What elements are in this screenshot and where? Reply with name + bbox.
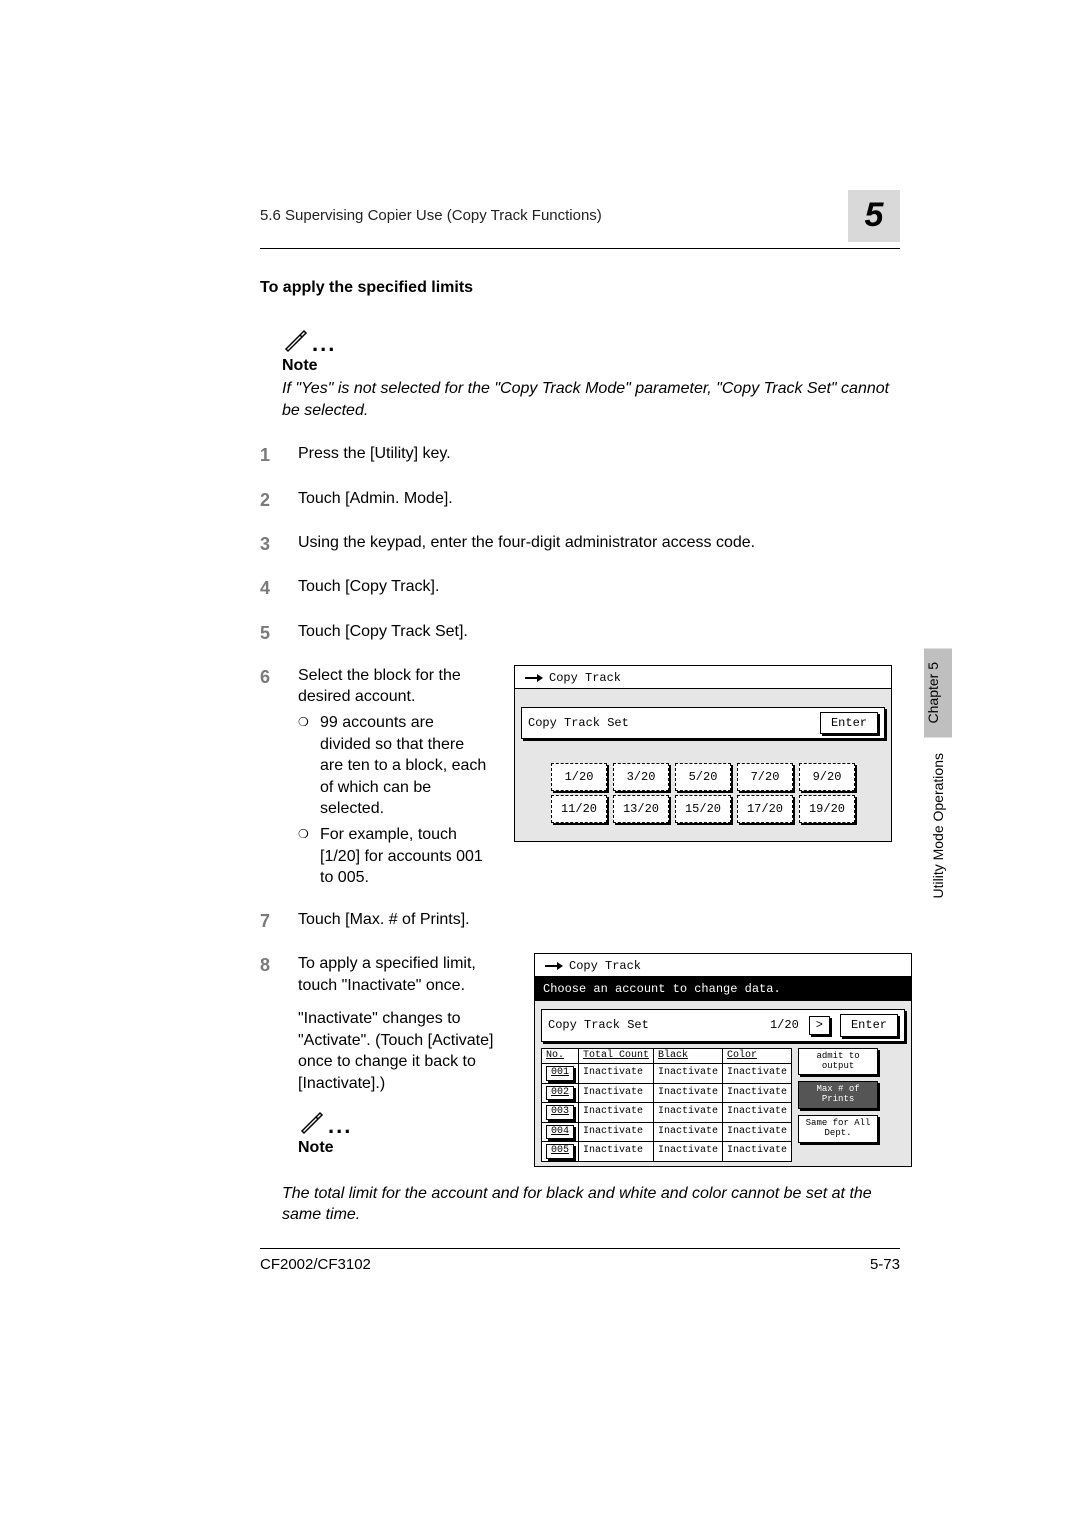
account-no-button[interactable]: 005 — [546, 1144, 574, 1159]
footer-page: 5-73 — [870, 1255, 900, 1275]
col-black: Black — [654, 1048, 723, 1064]
max-prints-button[interactable]: Max # of Prints — [798, 1081, 878, 1109]
chapter-tab: Chapter 5 — [924, 648, 952, 737]
arrow-right-icon — [545, 960, 563, 972]
cell[interactable]: Inactivate — [723, 1142, 792, 1162]
col-color: Color — [723, 1048, 792, 1064]
account-no-button[interactable]: 001 — [546, 1066, 574, 1081]
same-all-dept-button[interactable]: Same for All Dept. — [798, 1115, 878, 1143]
table-row: 005 Inactivate Inactivate Inactivate — [542, 1142, 792, 1162]
table-row: 002 Inactivate Inactivate Inactivate — [542, 1083, 792, 1103]
arrow-right-icon — [525, 672, 543, 684]
side-tab: Chapter 5 Utility Mode Operations — [924, 648, 952, 899]
subheading: To apply the specified limits — [260, 277, 900, 299]
step-number: 1 — [260, 443, 278, 467]
pen-icon — [282, 327, 308, 353]
step-number: 6 — [260, 665, 278, 889]
note-title: Note — [282, 355, 900, 377]
note-body: The total limit for the account and for … — [282, 1183, 900, 1226]
cell[interactable]: Inactivate — [579, 1064, 654, 1084]
note-title: Note — [298, 1137, 508, 1159]
step-text: To apply a specified limit, touch "Inact… — [298, 953, 508, 996]
range-button[interactable]: 19/20 — [799, 795, 855, 823]
cell[interactable]: Inactivate — [579, 1122, 654, 1142]
cell[interactable]: Inactivate — [579, 1083, 654, 1103]
step-number: 4 — [260, 576, 278, 600]
cell[interactable]: Inactivate — [654, 1122, 723, 1142]
step-number: 5 — [260, 621, 278, 645]
enter-button[interactable]: Enter — [820, 712, 878, 734]
account-no-button[interactable]: 002 — [546, 1086, 574, 1101]
step-text: Select the block for the desired account… — [298, 665, 488, 708]
step-text: Touch [Copy Track Set]. — [298, 621, 900, 645]
pen-icon — [298, 1109, 324, 1135]
step-subitem: 99 accounts are divided so that there ar… — [298, 712, 488, 820]
step-text: "Inactivate" changes to "Activate". (Tou… — [298, 1008, 508, 1094]
account-no-button[interactable]: 003 — [546, 1105, 574, 1120]
header-rule — [260, 248, 900, 249]
copy-track-panel: Copy Track Copy Track Set Enter 1/20 3/2… — [514, 665, 892, 842]
account-table: No. Total Count Black Color 001 Inactiva… — [541, 1048, 792, 1162]
col-no: No. — [542, 1048, 579, 1064]
range-button[interactable]: 11/20 — [551, 795, 607, 823]
step-number: 3 — [260, 532, 278, 556]
cell[interactable]: Inactivate — [723, 1122, 792, 1142]
cell[interactable]: Inactivate — [654, 1064, 723, 1084]
note-body: If "Yes" is not selected for the "Copy T… — [282, 378, 900, 421]
cell[interactable]: Inactivate — [723, 1064, 792, 1084]
cell[interactable]: Inactivate — [723, 1083, 792, 1103]
footer-model: CF2002/CF3102 — [260, 1255, 371, 1275]
footer-rule — [260, 1248, 900, 1249]
block-grid: 1/20 3/20 5/20 7/20 9/20 11/20 13/20 15/… — [515, 739, 891, 841]
range-button[interactable]: 5/20 — [675, 763, 731, 791]
cell[interactable]: Inactivate — [723, 1103, 792, 1123]
range-button[interactable]: 15/20 — [675, 795, 731, 823]
cell[interactable]: Inactivate — [579, 1142, 654, 1162]
range-button[interactable]: 9/20 — [799, 763, 855, 791]
copy-track-account-panel: Copy Track Choose an account to change d… — [534, 953, 912, 1167]
cell[interactable]: Inactivate — [654, 1083, 723, 1103]
step-text: Touch [Copy Track]. — [298, 576, 900, 600]
cell[interactable]: Inactivate — [579, 1103, 654, 1123]
range-button[interactable]: 17/20 — [737, 795, 793, 823]
step-number: 7 — [260, 909, 278, 933]
step-list: 1 Press the [Utility] key. 2 Touch [Admi… — [260, 443, 900, 1166]
chapter-number-box: 5 — [848, 190, 900, 242]
table-row: 004 Inactivate Inactivate Inactivate — [542, 1122, 792, 1142]
cell[interactable]: Inactivate — [654, 1142, 723, 1162]
ellipsis-icon: ... — [312, 339, 336, 353]
note-block: ... Note If "Yes" is not selected for th… — [282, 327, 900, 422]
panel-title: Copy Track — [569, 958, 641, 974]
page-indicator: 1/20 — [770, 1017, 799, 1033]
enter-button[interactable]: Enter — [840, 1014, 898, 1036]
side-tab-label: Utility Mode Operations — [929, 753, 948, 899]
range-button[interactable]: 13/20 — [613, 795, 669, 823]
step-number: 8 — [260, 953, 278, 1167]
col-total: Total Count — [579, 1048, 654, 1064]
admit-output-button[interactable]: admit to output — [798, 1048, 878, 1076]
panel-bar-label: Copy Track Set — [528, 715, 629, 731]
next-page-button[interactable]: > — [809, 1016, 830, 1034]
step-subitem: For example, touch [1/20] for accounts 0… — [298, 824, 488, 889]
cell[interactable]: Inactivate — [654, 1103, 723, 1123]
section-header: 5.6 Supervising Copier Use (Copy Track F… — [260, 206, 602, 226]
step-text: Using the keypad, enter the four-digit a… — [298, 532, 900, 556]
table-row: 001 Inactivate Inactivate Inactivate — [542, 1064, 792, 1084]
ellipsis-icon: ... — [328, 1121, 352, 1135]
step-number: 2 — [260, 488, 278, 512]
account-no-button[interactable]: 004 — [546, 1125, 574, 1140]
panel-instruction: Choose an account to change data. — [535, 977, 911, 1001]
panel-title: Copy Track — [549, 670, 621, 686]
range-button[interactable]: 7/20 — [737, 763, 793, 791]
panel-bar-label: Copy Track Set — [548, 1017, 760, 1033]
range-button[interactable]: 1/20 — [551, 763, 607, 791]
step-text: Press the [Utility] key. — [298, 443, 900, 467]
step-text: Touch [Admin. Mode]. — [298, 488, 900, 512]
range-button[interactable]: 3/20 — [613, 763, 669, 791]
step-text: Touch [Max. # of Prints]. — [298, 909, 900, 933]
table-row: 003 Inactivate Inactivate Inactivate — [542, 1103, 792, 1123]
